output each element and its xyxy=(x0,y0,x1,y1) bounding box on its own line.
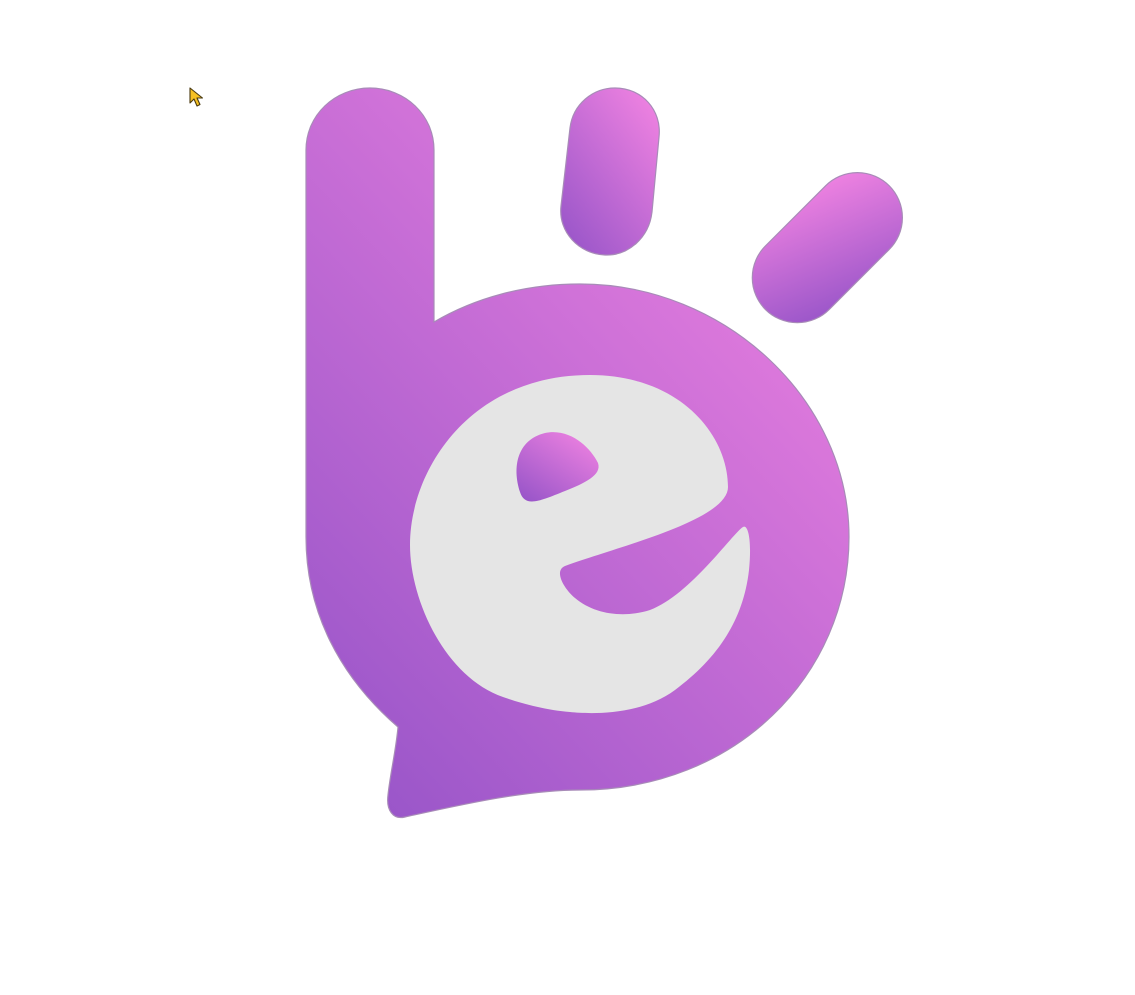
screen-canvas xyxy=(0,0,1135,995)
logo-finger-right xyxy=(751,171,904,324)
mouse-cursor-icon xyxy=(189,87,204,107)
logo-finger-middle xyxy=(560,87,660,256)
be-logo-icon xyxy=(305,87,904,819)
